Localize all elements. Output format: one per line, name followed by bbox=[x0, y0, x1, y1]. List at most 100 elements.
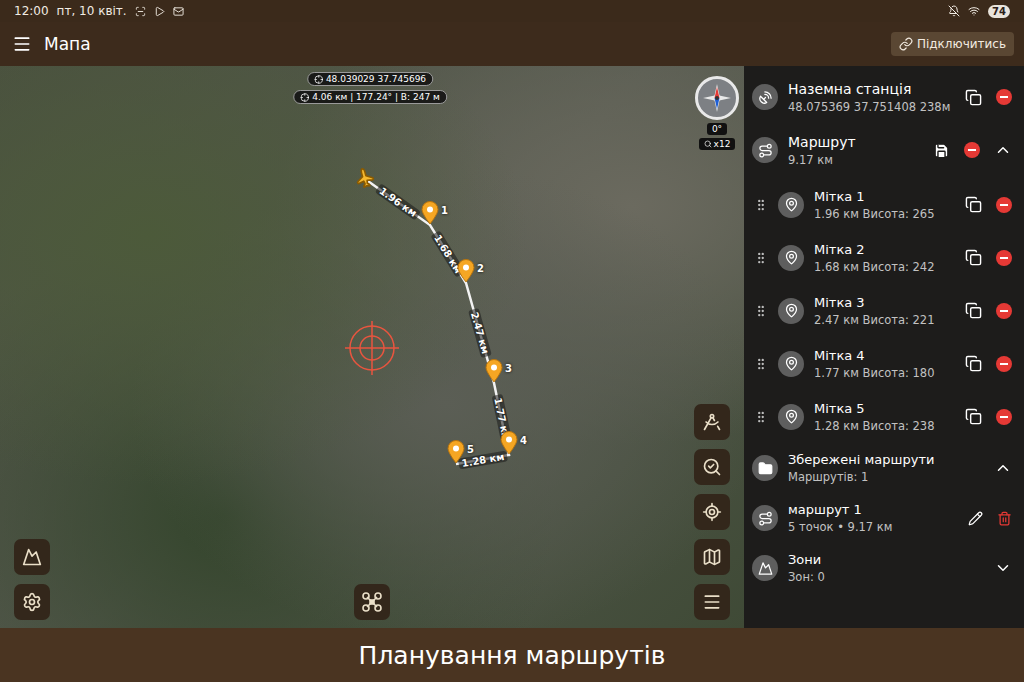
cursor-info: 48.039029 37.745696 4.06 км | 177.24° | В… bbox=[293, 72, 447, 104]
locate-icon bbox=[702, 502, 722, 522]
side-panel: Наземна станція48.075369 37.751408 238мМ… bbox=[744, 66, 1024, 628]
link-icon bbox=[899, 37, 913, 51]
waypoint-row[interactable]: Мітка 21.68 км Висота: 242 bbox=[744, 231, 1024, 284]
satellite-dish-icon bbox=[758, 90, 773, 105]
route-pin-icon[interactable] bbox=[457, 259, 475, 283]
compass-widget[interactable]: 0°x12 bbox=[695, 76, 739, 150]
heading-badge: 0° bbox=[707, 123, 727, 135]
save-button[interactable] bbox=[933, 142, 950, 159]
map-layers-button[interactable] bbox=[694, 539, 730, 575]
terrain-button[interactable] bbox=[14, 539, 50, 575]
settings-button[interactable] bbox=[14, 584, 50, 620]
crosshair-icon bbox=[300, 93, 309, 102]
map-pin-icon bbox=[784, 197, 799, 212]
copy-icon bbox=[965, 249, 982, 266]
remove-button[interactable] bbox=[996, 197, 1012, 213]
zones-row[interactable]: ЗониЗон: 0 bbox=[744, 543, 1024, 593]
status-time: 12:00 bbox=[14, 4, 49, 18]
saved-route-item[interactable]: маршрут 15 точок • 9.17 км bbox=[744, 493, 1024, 543]
remove-button[interactable] bbox=[996, 89, 1012, 105]
route-point-number: 5 bbox=[467, 444, 474, 455]
row-title: Мітка 5 bbox=[814, 401, 955, 416]
copy-icon bbox=[965, 196, 982, 213]
chevron-up-icon[interactable] bbox=[994, 459, 1012, 477]
copy-button[interactable] bbox=[965, 408, 982, 425]
route-pin-icon[interactable] bbox=[447, 440, 465, 464]
more-button[interactable] bbox=[694, 584, 730, 620]
remove-button[interactable] bbox=[964, 142, 980, 158]
drag-handle-icon[interactable] bbox=[754, 251, 768, 265]
route-point-number: 3 bbox=[505, 363, 512, 374]
waypoint-row[interactable]: Мітка 41.77 км Висота: 180 bbox=[744, 337, 1024, 390]
map-search-button[interactable] bbox=[694, 449, 730, 485]
chevron-down-icon[interactable] bbox=[994, 559, 1012, 577]
waypoint-row[interactable]: Мітка 51.28 км Висота: 238 bbox=[744, 390, 1024, 443]
map-icon bbox=[702, 547, 722, 567]
route-icon bbox=[758, 511, 773, 526]
route-point-number: 1 bbox=[441, 205, 448, 216]
save-icon bbox=[933, 142, 950, 159]
map-view[interactable]: 1.96 км1.68 км2.47 км1.77 км1.28 км12345… bbox=[0, 66, 744, 628]
row-subtitle: 2.47 км Висота: 221 bbox=[814, 313, 955, 327]
copy-button[interactable] bbox=[965, 302, 982, 319]
drone-button[interactable] bbox=[354, 584, 390, 620]
waypoint-row[interactable]: Мітка 1 1.96 км Висота: 265 bbox=[744, 178, 1024, 231]
drag-handle-icon[interactable] bbox=[754, 357, 768, 371]
route-line bbox=[0, 66, 744, 628]
map-pin-icon bbox=[784, 250, 799, 265]
copy-icon bbox=[965, 408, 982, 425]
copy-button[interactable] bbox=[965, 249, 982, 266]
drag-handle-icon[interactable] bbox=[754, 198, 768, 212]
remove-button[interactable] bbox=[996, 409, 1012, 425]
coordinates-badge: 48.039029 37.745696 bbox=[307, 72, 433, 86]
measure-button[interactable] bbox=[694, 404, 730, 440]
app-screen: 12:00пт, 10 квіт.74МапаПідключитись1.96 … bbox=[0, 0, 1024, 682]
route-row[interactable]: Маршрут9.17 км bbox=[744, 122, 1024, 178]
gear-icon bbox=[22, 592, 42, 612]
app-bar: МапаПідключитись bbox=[0, 22, 1024, 66]
pencil-icon bbox=[968, 511, 983, 526]
mountain-icon bbox=[22, 547, 42, 567]
remove-button[interactable] bbox=[996, 356, 1012, 372]
scan-icon bbox=[135, 6, 146, 17]
copy-button[interactable] bbox=[965, 196, 982, 213]
ground-station-row[interactable]: Наземна станція48.075369 37.751408 238м bbox=[744, 72, 1024, 122]
delete-button[interactable] bbox=[997, 511, 1012, 526]
status-date: пт, 10 квіт. bbox=[57, 4, 127, 18]
menu-icon[interactable] bbox=[12, 34, 32, 54]
row-title: Мітка 1 bbox=[814, 189, 955, 204]
edit-button[interactable] bbox=[968, 511, 983, 526]
route-pin-icon[interactable] bbox=[485, 359, 503, 383]
map-pin-icon bbox=[784, 409, 799, 424]
drafting-compass-icon bbox=[702, 412, 722, 432]
remove-button[interactable] bbox=[996, 250, 1012, 266]
copy-button[interactable] bbox=[965, 355, 982, 372]
menu-icon bbox=[702, 592, 722, 612]
route-pin-icon[interactable] bbox=[421, 201, 439, 225]
measure-badge: 4.06 км | 177.24° | В: 247 м bbox=[293, 90, 447, 104]
saved-routes-row[interactable]: Збережені маршрутиМаршрутів: 1 bbox=[744, 443, 1024, 493]
play-icon bbox=[154, 6, 165, 17]
locate-button[interactable] bbox=[694, 494, 730, 530]
row-title: Мітка 3 bbox=[814, 295, 955, 310]
mountain-icon bbox=[758, 561, 773, 576]
row-subtitle: 1.77 км Висота: 180 bbox=[814, 366, 955, 380]
connect-button[interactable]: Підключитись bbox=[891, 32, 1014, 56]
aircraft-icon[interactable] bbox=[351, 165, 378, 192]
compass-icon bbox=[701, 82, 733, 114]
row-subtitle: 5 точок • 9.17 км bbox=[788, 520, 958, 534]
remove-button[interactable] bbox=[996, 303, 1012, 319]
copy-button[interactable] bbox=[965, 89, 982, 106]
target-crosshair-icon bbox=[345, 321, 399, 375]
drag-handle-icon[interactable] bbox=[754, 410, 768, 424]
chevron-up-icon[interactable] bbox=[994, 141, 1012, 159]
status-bar: 12:00пт, 10 квіт.74 bbox=[0, 0, 1024, 22]
row-subtitle: Зон: 0 bbox=[788, 570, 984, 584]
route-pin-icon[interactable] bbox=[500, 431, 518, 455]
waypoint-row[interactable]: Мітка 3 2.47 км Висота: 221 bbox=[744, 284, 1024, 337]
drag-handle-icon[interactable] bbox=[754, 304, 768, 318]
row-subtitle: 1.96 км Висота: 265 bbox=[814, 207, 955, 221]
row-title: Мітка 2 bbox=[814, 242, 955, 257]
caption-bar: Планування маршрутів bbox=[0, 628, 1024, 682]
copy-icon bbox=[965, 355, 982, 372]
